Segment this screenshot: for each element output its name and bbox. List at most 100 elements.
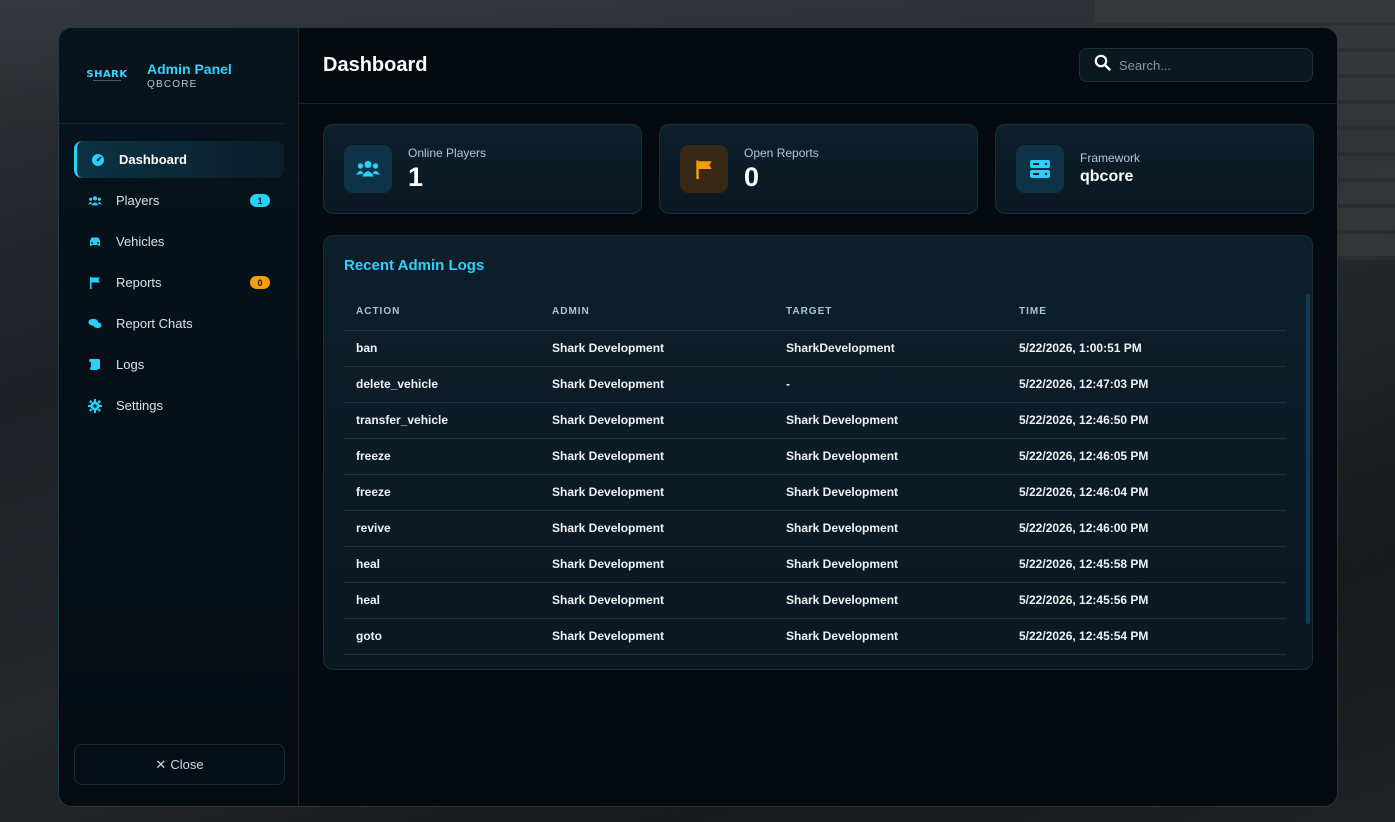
table-header-row: ACTION ADMIN TARGET TIME [344,294,1286,331]
sidebar-item-settings[interactable]: Settings [74,387,284,424]
brand-header: SHARK Admin Panel QBCORE [59,28,284,124]
sidebar-item-players[interactable]: Players 1 [74,182,284,219]
logs-table: ACTION ADMIN TARGET TIME ban Shark Develo… [344,294,1286,655]
top-bar: Dashboard [299,28,1337,104]
table-row: delete_vehicle Shark Development -5/22/202… [344,366,1286,403]
column-header-time: TIME [1007,294,1286,331]
column-header-action: ACTION [344,294,540,331]
cell-admin: Shark Development [540,618,774,655]
cell-time: 5/22/2026, 12:46:50 PM [1007,402,1286,439]
sidebar-item-label: Dashboard [119,152,187,167]
table-row: ban Shark Development SharkDevelopment 5/22… [344,330,1286,367]
cell-time: 5/22/2026, 12:46:00 PM [1007,510,1286,547]
users-icon [344,145,392,193]
cell-admin: Shark Development [540,582,774,619]
sidebar-item-label: Logs [116,357,145,372]
reports-count-badge: 0 [250,276,270,289]
gauge-icon [91,153,105,167]
page-title: Dashboard [323,54,428,76]
cell-admin: Shark Development [540,438,774,475]
flag-icon [88,276,102,290]
cell-time: 5/22/2026, 12:46:05 PM [1007,438,1286,475]
sidebar-item-label: Vehicles [116,234,165,249]
cell-admin: Shark Development [540,366,774,403]
sidebar-item-logs[interactable]: Logs [74,346,284,383]
sidebar-item-vehicles[interactable]: Vehicles [74,223,284,260]
scroll-icon [88,358,102,372]
sidebar-item-report-chats[interactable]: Report Chats [74,305,284,342]
sidebar-item-label: Reports [116,275,162,290]
stat-card-framework: Framework qbcore [995,124,1314,214]
cell-action: heal [344,546,540,583]
admin-panel-window: SHARK Admin Panel QBCORE Dashboard Playe… [58,27,1338,807]
cell-time: 5/22/2026, 12:47:03 PM [1007,366,1286,403]
column-header-admin: ADMIN [540,294,774,331]
sidebar: SHARK Admin Panel QBCORE Dashboard Playe… [59,28,299,806]
cell-target: Shark Development [774,474,1007,511]
close-icon: ✕ [155,756,167,772]
table-row: transfer_vehicle Shark Development Shark D… [344,402,1286,439]
table-row: freeze Shark Development Shark Development… [344,438,1286,475]
server-icon [1016,145,1064,193]
logs-table-body: ban Shark Development SharkDevelopment 5/22… [344,330,1286,655]
table-row: goto Shark Development Shark Development 5/… [344,618,1286,655]
close-button[interactable]: ✕ Close [74,744,285,785]
cell-admin: Shark Development [540,402,774,439]
sidebar-item-label: Settings [116,398,163,413]
logs-table-container: ACTION ADMIN TARGET TIME ban Shark Develo… [344,294,1310,655]
cell-action: revive [344,510,540,547]
stat-value: qbcore [1080,168,1134,185]
cell-target: Shark Development [774,546,1007,583]
cell-target: Shark Development [774,618,1007,655]
car-icon [88,235,102,249]
cell-target: Shark Development [774,438,1007,475]
flag-icon [680,145,728,193]
cell-action: freeze [344,438,540,475]
search-icon [1094,54,1111,76]
column-header-target: TARGET [774,294,1007,331]
users-icon [88,194,102,208]
cell-time: 5/22/2026, 12:45:58 PM [1007,546,1286,583]
stat-label: Online Players [408,146,487,160]
logs-title: Recent Admin Logs [344,257,485,274]
table-row: freeze Shark Development Shark Development… [344,474,1286,511]
sidebar-item-reports[interactable]: Reports 0 [74,264,284,301]
brand-title: Admin Panel [147,61,232,77]
cell-target: Shark Development [774,402,1007,439]
sidebar-item-label: Players [116,193,160,208]
cell-time: 5/22/2026, 1:00:51 PM [1007,330,1286,367]
cell-admin: Shark Development [540,546,774,583]
cell-time: 5/22/2026, 12:45:56 PM [1007,582,1286,619]
search-input[interactable] [1119,57,1299,73]
close-label: Close [170,757,204,772]
logs-scrollbar[interactable] [1306,294,1310,624]
cell-action: heal [344,582,540,619]
search-box[interactable] [1079,48,1313,82]
stat-card-online-players: Online Players 1 [323,124,642,214]
stat-value: 0 [744,162,760,192]
cell-target: Shark Development [774,582,1007,619]
stats-row: Online Players 1 Open Reports 0 Framewor… [323,124,1314,214]
cell-action: transfer_vehicle [344,402,540,439]
cell-action: freeze [344,474,540,511]
stat-value: 1 [408,162,424,192]
cell-target: SharkDevelopment [774,330,1007,367]
cell-action: ban [344,330,540,367]
sidebar-item-dashboard[interactable]: Dashboard [74,141,284,178]
chat-icon [88,317,102,331]
cell-time: 5/22/2026, 12:45:54 PM [1007,618,1286,655]
table-row: heal Shark Development Shark Development 5/… [344,546,1286,583]
table-row: heal Shark Development Shark Development 5/… [344,582,1286,619]
main-content: Dashboard Online Players 1 [299,28,1337,806]
table-row: revive Shark Development Shark Development… [344,510,1286,547]
brand-subtitle: QBCORE [147,79,198,90]
cell-action: delete_vehicle [344,366,540,403]
cell-admin: Shark Development [540,330,774,367]
recent-admin-logs-panel: Recent Admin Logs ACTION ADMIN TARGET TI… [323,235,1313,670]
cell-target: - [774,366,1007,403]
cell-admin: Shark Development [540,474,774,511]
cell-action: goto [344,618,540,655]
cell-target: Shark Development [774,510,1007,547]
stat-label: Framework [1080,151,1141,165]
cell-admin: Shark Development [540,510,774,547]
